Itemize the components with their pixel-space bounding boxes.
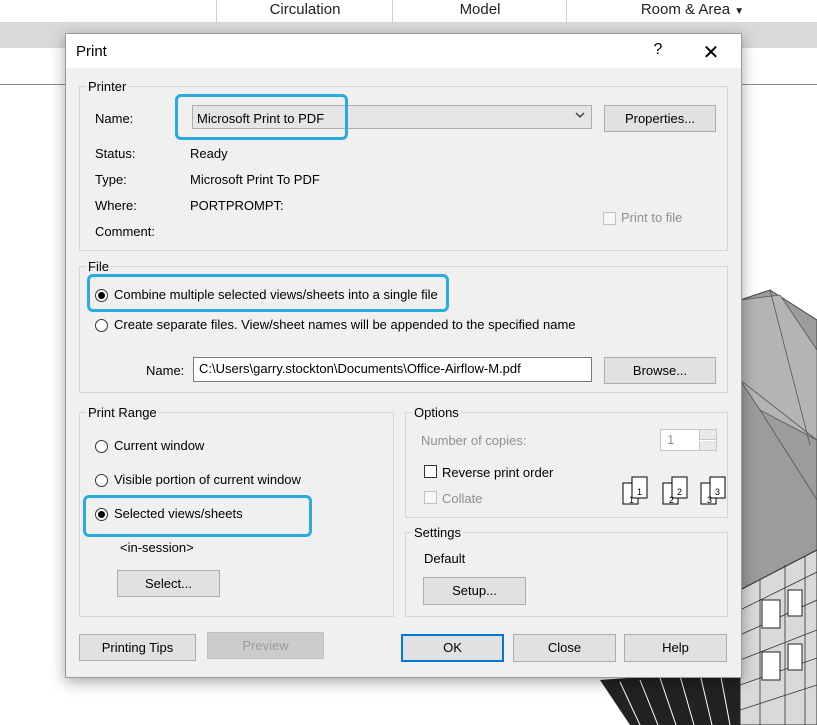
help-label: Help xyxy=(662,640,689,655)
where-label: Where: xyxy=(95,198,137,213)
spin-down-arrow-icon[interactable] xyxy=(699,441,716,450)
file-group: File Combine multiple selected views/she… xyxy=(79,259,728,393)
visible-portion-radio[interactable] xyxy=(95,474,108,487)
select-button-label: Select... xyxy=(145,576,192,591)
dropdown-arrow-icon: ▼ xyxy=(734,6,745,17)
visible-portion-label: Visible portion of current window xyxy=(114,472,301,487)
selected-views-label: Selected views/sheets xyxy=(114,506,243,521)
options-group: Options Number of copies: 1 Reverse prin… xyxy=(405,405,728,518)
svg-text:3: 3 xyxy=(707,495,712,505)
selected-views-radio[interactable] xyxy=(95,508,108,521)
browse-button-label: Browse... xyxy=(632,363,688,378)
dialog-title: Print xyxy=(76,43,107,60)
type-value: Microsoft Print To PDF xyxy=(190,172,320,187)
printing-tips-button[interactable]: Printing Tips xyxy=(79,634,196,661)
printer-name-select[interactable]: Microsoft Print to PDF xyxy=(192,105,592,129)
ok-label: OK xyxy=(443,640,462,655)
file-legend: File xyxy=(86,259,111,274)
reverse-order-checkbox[interactable] xyxy=(424,465,437,478)
printer-legend: Printer xyxy=(86,79,129,94)
close-label: Close xyxy=(547,640,582,655)
dialog-titlebar: Print ? ✕ xyxy=(66,34,741,68)
ribbon-tab-room-area-label: Room & Area xyxy=(640,1,731,18)
collate-page3-icon: 3 3 xyxy=(700,476,726,505)
spin-up-arrow-icon[interactable] xyxy=(699,430,716,440)
close-icon[interactable]: ✕ xyxy=(700,40,722,65)
print-dialog: Print ? ✕ Printer Name: Microsoft Print … xyxy=(65,33,742,678)
setup-button-label: Setup... xyxy=(452,583,497,598)
current-window-label: Current window xyxy=(114,438,205,453)
status-label: Status: xyxy=(95,146,136,161)
printing-tips-label: Printing Tips xyxy=(101,640,174,655)
reverse-order-label: Reverse print order xyxy=(442,465,554,480)
preview-label: Preview xyxy=(242,638,289,653)
ribbon-tab-room-area[interactable]: Room & Area ▼ xyxy=(566,0,817,22)
settings-value: Default xyxy=(424,551,466,566)
copies-spinner[interactable]: 1 xyxy=(660,429,717,451)
properties-button-label: Properties... xyxy=(624,111,696,126)
print-range-group: Print Range Current window Visible porti… xyxy=(79,405,394,617)
svg-text:2: 2 xyxy=(669,495,674,505)
building-base-model xyxy=(600,670,740,725)
help-question-icon[interactable]: ? xyxy=(648,41,668,59)
select-button[interactable]: Select... xyxy=(117,570,220,597)
settings-legend: Settings xyxy=(412,525,463,540)
print-to-file-checkbox[interactable] xyxy=(603,212,616,225)
copies-value: 1 xyxy=(667,432,675,447)
ribbon-tab-circulation[interactable]: Circulation xyxy=(216,0,393,22)
building-3d-model xyxy=(740,289,817,725)
type-label: Type: xyxy=(95,172,127,187)
properties-button[interactable]: Properties... xyxy=(604,105,716,132)
help-button[interactable]: Help xyxy=(624,634,727,662)
combine-label: Combine multiple selected views/sheets i… xyxy=(114,287,438,302)
in-session-label: <in-session> xyxy=(120,540,194,555)
file-name-value: C:\Users\garry.stockton\Documents\Office… xyxy=(199,361,521,376)
ribbon-tab-model[interactable]: Model xyxy=(392,0,567,22)
separate-files-radio[interactable] xyxy=(95,319,108,332)
printer-name-value: Microsoft Print to PDF xyxy=(197,111,325,126)
setup-button[interactable]: Setup... xyxy=(423,577,526,605)
where-value: PORTPROMPT: xyxy=(190,198,284,213)
comment-label: Comment: xyxy=(95,224,155,239)
browse-button[interactable]: Browse... xyxy=(604,357,716,384)
printer-group: Printer Name: Microsoft Print to PDF Pro… xyxy=(79,79,728,251)
svg-text:3: 3 xyxy=(715,487,720,497)
preview-button[interactable]: Preview xyxy=(207,632,324,659)
collate-page1-icon: 1 1 xyxy=(622,476,648,505)
chevron-down-icon xyxy=(575,112,585,118)
printer-name-label: Name: xyxy=(95,111,134,126)
svg-text:2: 2 xyxy=(677,487,682,497)
status-value: Ready xyxy=(190,146,228,161)
close-button[interactable]: Close xyxy=(513,634,616,662)
print-range-legend: Print Range xyxy=(86,405,159,420)
svg-text:1: 1 xyxy=(629,495,634,505)
separate-files-label: Create separate files. View/sheet names … xyxy=(114,317,576,332)
combine-radio[interactable] xyxy=(95,289,108,302)
collate-page2-icon: 2 2 xyxy=(662,476,688,505)
current-window-radio[interactable] xyxy=(95,440,108,453)
ribbon-tabs: Circulation Model Room & Area ▼ xyxy=(0,0,817,23)
svg-text:1: 1 xyxy=(637,487,642,497)
collate-label: Collate xyxy=(442,491,483,506)
print-to-file-label: Print to file xyxy=(621,210,683,225)
options-legend: Options xyxy=(412,405,461,420)
settings-group: Settings Default Setup... xyxy=(405,525,728,617)
collate-checkbox[interactable] xyxy=(424,491,437,504)
copies-label: Number of copies: xyxy=(421,433,527,448)
file-name-input[interactable]: C:\Users\garry.stockton\Documents\Office… xyxy=(193,357,592,382)
ok-button[interactable]: OK xyxy=(401,634,504,662)
file-name-label: Name: xyxy=(146,363,185,378)
